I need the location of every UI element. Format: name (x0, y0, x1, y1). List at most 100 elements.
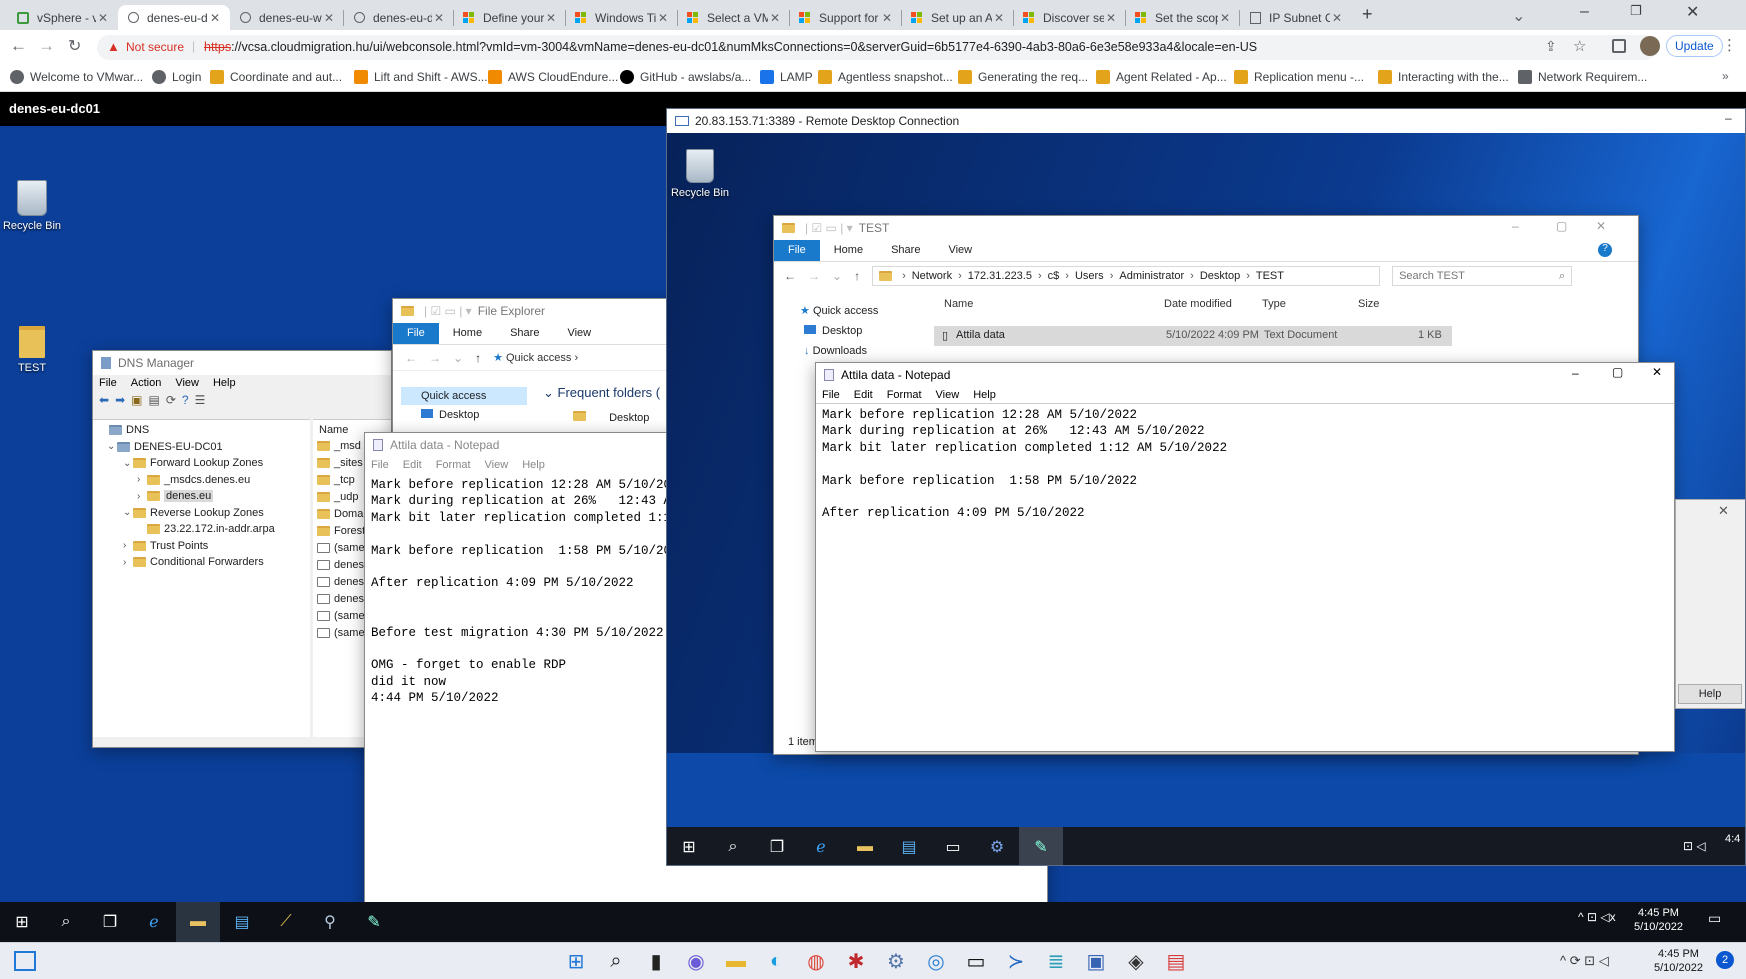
dns-list-item[interactable]: (same (317, 610, 365, 622)
frequent-desktop[interactable]: Desktop (573, 411, 649, 424)
explorer-icon[interactable]: ▬ (716, 943, 756, 979)
tab-close-icon[interactable]: ✕ (208, 11, 222, 25)
rdp-explorer-tab-view[interactable]: View (934, 240, 986, 261)
rdp-icon[interactable]: ▣ (1076, 943, 1116, 979)
rdp-explorer-tab-share[interactable]: Share (877, 240, 934, 261)
forward-icon[interactable]: → (429, 351, 441, 365)
tab-search-icon[interactable]: ⌄ (1512, 6, 1525, 26)
rdp-notepad-menu-view[interactable]: View (936, 389, 960, 401)
task-view-icon[interactable]: ❐ (88, 902, 132, 942)
expand-icon[interactable]: ⌄ (123, 507, 133, 518)
expand-icon[interactable]: › (137, 474, 147, 485)
ie-icon[interactable]: ℯ (132, 902, 176, 942)
migration-tool-icon[interactable]: ⚙ (975, 827, 1019, 865)
tab-2[interactable]: denes-eu-dc ✕ (118, 5, 230, 30)
bookmark-9[interactable]: Generating the req... (958, 70, 1088, 84)
start-icon[interactable]: ⊞ (0, 902, 44, 942)
nav-desktop[interactable]: Desktop (774, 321, 914, 341)
minimize-icon[interactable]: – (1572, 366, 1579, 380)
tab-10[interactable]: Discover serv✕ (1014, 5, 1126, 30)
host-clock[interactable]: 4:45 PM 5/10/2022 (1654, 947, 1703, 975)
explorer-icon[interactable]: ▬ (843, 827, 887, 865)
dns-tree-item[interactable]: › Trust Points (123, 540, 208, 552)
rdp-notepad-menu-edit[interactable]: Edit (854, 389, 873, 401)
dns-list-item[interactable]: (same (317, 627, 365, 639)
server-manager-icon[interactable]: ▤ (220, 902, 264, 942)
vm-explorer-tab-home[interactable]: Home (439, 323, 496, 344)
maximize-icon[interactable]: ▢ (1556, 219, 1567, 233)
dns-list-item[interactable]: denes- (317, 559, 368, 571)
path-segment[interactable]: c$ (1048, 270, 1060, 282)
notepad-icon[interactable]: ≣ (1036, 943, 1076, 979)
expand-icon[interactable]: › (123, 540, 133, 551)
bookmark-8[interactable]: Agentless snapshot... (818, 70, 953, 84)
chrome-icon[interactable]: ◍ (796, 943, 836, 979)
reload-icon[interactable]: ↻ (68, 36, 81, 56)
tray-icons[interactable]: ⊡ ◁ (1683, 839, 1706, 853)
tab-close-icon[interactable]: ✕ (432, 11, 446, 25)
search-icon[interactable]: ⌕ (711, 827, 755, 865)
dns-manager-window[interactable]: DNS Manager File Action View Help ⬅ ➡ ▣ ▤ ⟳… (92, 350, 392, 748)
search-box[interactable]: Search TEST ⌕ (1392, 266, 1573, 286)
up-icon[interactable]: ↑ (854, 269, 860, 283)
ie-icon[interactable]: ℯ (799, 827, 843, 865)
tab-7[interactable]: Select a VMw✕ (678, 5, 790, 30)
rdp-recycle-bin-icon[interactable]: Recycle Bin (667, 149, 735, 199)
minimize-icon[interactable]: – (1580, 3, 1589, 21)
search-icon[interactable]: ⌕ (596, 943, 636, 979)
vm-explorer-tab-file[interactable]: File (393, 323, 439, 344)
bookmark-5[interactable]: AWS CloudEndure... (488, 70, 618, 84)
column-header-type[interactable]: Type (1262, 298, 1286, 310)
vm-notepad-menu-edit[interactable]: Edit (403, 459, 422, 471)
bookmark-4[interactable]: Lift and Shift - AWS... (354, 70, 488, 84)
tab-1[interactable]: vSphere - vm✕ (8, 5, 118, 30)
test-folder-icon[interactable]: TEST (0, 326, 67, 374)
tab-close-icon[interactable]: ✕ (768, 11, 782, 25)
dns-tree-item[interactable]: › Conditional Forwarders (123, 556, 264, 568)
path-bar[interactable]: › Network › 172.31.223.5 › c$ › Users › Administr… (872, 266, 1381, 286)
tab-close-icon[interactable]: ✕ (322, 11, 336, 25)
share-icon[interactable]: ⇪ (1545, 38, 1557, 55)
more-bookmarks-icon[interactable]: » (1722, 69, 1729, 83)
tab-3[interactable]: denes-eu-we ✕ (230, 5, 344, 30)
tab-close-icon[interactable]: ✕ (992, 11, 1006, 25)
tab-close-icon[interactable]: ✕ (656, 11, 670, 25)
minimize-icon[interactable]: – (1725, 111, 1732, 125)
chat-icon[interactable]: ◉ (676, 943, 716, 979)
tab-close-icon[interactable]: ✕ (544, 11, 558, 25)
nav-desktop[interactable]: Desktop (421, 409, 479, 421)
dns-list-item[interactable]: _sites (317, 457, 363, 469)
close-icon[interactable]: ✕ (1718, 503, 1729, 519)
tab-4[interactable]: denes-eu-db✕ (344, 5, 454, 30)
refresh-icon[interactable]: ⟳ (166, 393, 176, 407)
vmware-icon[interactable]: ◎ (916, 943, 956, 979)
bookmark-12[interactable]: Interacting with the... (1378, 70, 1509, 84)
nav-downloads[interactable]: ↓ Downloads (774, 341, 914, 361)
dns-tree-item[interactable]: DNS (99, 424, 149, 436)
tab-close-icon[interactable]: ✕ (1218, 11, 1232, 25)
rdp-notepad-menu-file[interactable]: File (822, 389, 840, 401)
task-view-icon[interactable]: ▮ (636, 943, 676, 979)
menu-dots-icon[interactable]: ⋮ (1722, 36, 1737, 54)
expand-icon[interactable]: ⌄ (123, 458, 133, 469)
rdp-notepad-menu-help[interactable]: Help (973, 389, 996, 401)
nav-quick-access[interactable]: Quick access (401, 387, 527, 405)
column-header-date-modified[interactable]: Date modified (1164, 298, 1232, 310)
dns-tree-item[interactable]: ⌄ Reverse Lookup Zones (123, 507, 264, 519)
xming-icon[interactable]: ✱ (836, 943, 876, 979)
back-icon[interactable]: ← (10, 36, 27, 56)
vm-notepad-menu-file[interactable]: File (371, 459, 389, 471)
network-icon[interactable]: ⚙ (876, 943, 916, 979)
tab-close-icon[interactable]: ✕ (1104, 11, 1118, 25)
bookmark-2[interactable]: Login (152, 70, 201, 84)
tab-5[interactable]: Define your r✕ (454, 5, 566, 30)
expand-icon[interactable]: › (123, 557, 133, 568)
dns-list-item[interactable]: _msd (317, 440, 361, 452)
tray-icons[interactable]: ^ ⟳ ⊡ ◁ (1560, 953, 1609, 969)
back-icon[interactable]: ⬅ (99, 393, 109, 407)
bookmark-10[interactable]: Agent Related - Ap... (1096, 70, 1227, 84)
properties-icon[interactable]: ▤ (148, 393, 159, 407)
notification-badge[interactable]: 2 (1716, 951, 1734, 969)
tools-icon[interactable]: ⟋ (264, 902, 308, 942)
notifications-icon[interactable]: ▭ (1708, 910, 1721, 927)
